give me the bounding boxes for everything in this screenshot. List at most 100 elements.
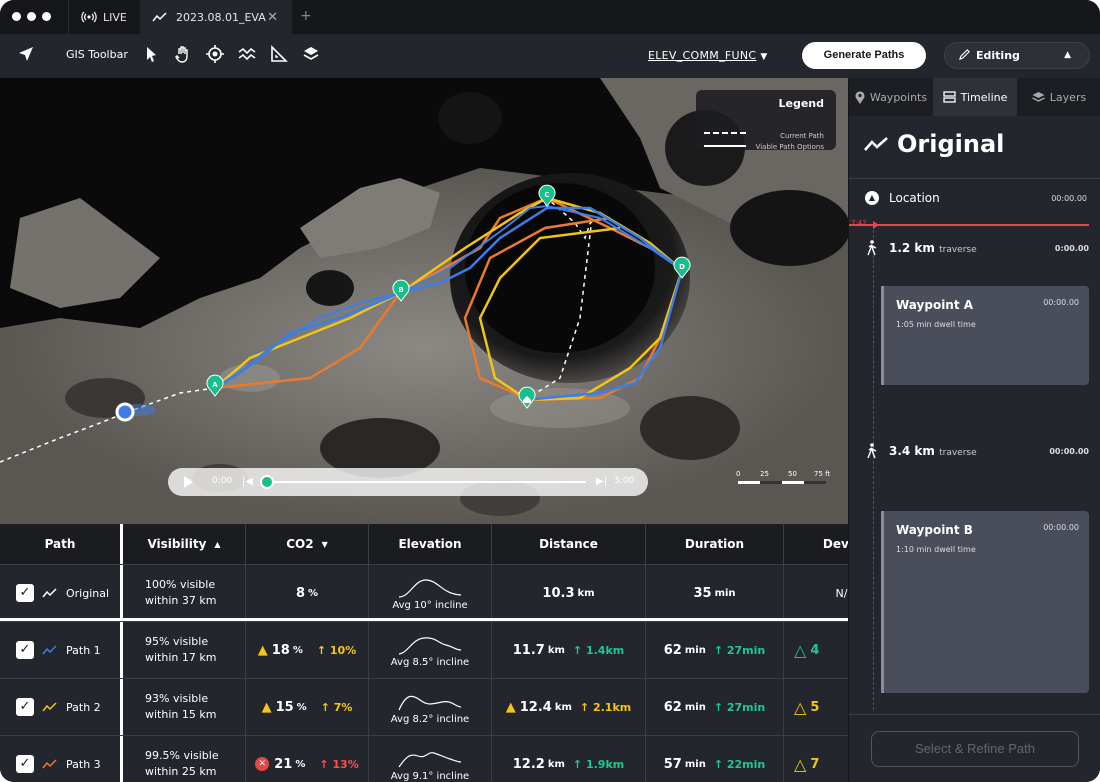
waypoint-detail: 1:10 min dwell time [896,545,976,554]
co2-cell: ✕ 21% ↑ 13% [246,736,369,782]
duration-delta: ↑ 22min [713,757,766,771]
map-view[interactable]: A B C D Legend Current Path Viable Path … [0,78,848,524]
path-cell: ✓ Original [0,565,123,621]
path-cell: ✓ Path 1 [0,622,123,678]
distance-value: 11.7 [512,642,545,658]
col-elevation[interactable]: Elevation [369,524,492,564]
location-time: 00:00.00 [1051,193,1087,203]
mode-label: Editing [976,49,1020,62]
map-pin-icon [855,90,865,104]
duration-cell: 62 min ↑ 27min [646,679,784,735]
device-cell: N/ [784,565,848,621]
co2-value: 8 [295,585,305,601]
timeline-location[interactable]: ▲ Location 00:00.00 [865,191,1087,205]
visibility-pct: 93% visible [145,692,209,705]
elevation-avg: Avg 8.5° incline [390,656,470,668]
legend-viable-line [704,145,746,147]
skip-forward-icon[interactable]: ▶| [596,476,607,487]
target-icon[interactable] [206,45,224,63]
elevation-cell: Avg 8.2° incline [369,679,492,735]
table-row[interactable]: ✓ Path 2 93% visible within 15 km ▲ 15% ↑ 7%… [0,678,848,735]
playback-bar: 0:00 |◀ ▶| 3:00 [168,468,648,496]
waypoint-marker-d: D [673,256,691,279]
playback-end-time: 3:00 [614,476,635,486]
col-co2[interactable]: CO2 ▼ [246,524,369,564]
layers-icon[interactable] [302,45,320,63]
hand-icon[interactable] [174,45,192,63]
select-refine-button[interactable]: Select & Refine Path [871,731,1079,767]
playback-scrubber[interactable] [260,475,274,489]
terrain-icon[interactable] [238,45,256,63]
device-cell: △ 7 [784,736,848,782]
tab-live[interactable]: LIVE [68,0,140,34]
table-row[interactable]: ✓ Path 3 99.5% visible within 25 km ✕ 21% ↑ … [0,735,848,782]
scale-label-0: 0 [736,470,741,478]
current-time-marker[interactable] [873,221,879,229]
tab-live-label: LIVE [103,10,127,24]
app-window: LIVE 2023.08.01_EVA ✕ + GIS Toolbar ELEV… [0,0,1100,782]
visibility-pct: 95% visible [145,635,209,648]
tab-waypoints-label: Waypoints [869,90,928,104]
visibility-range: within 17 km [145,651,217,664]
gis-toolbar-label: GIS Toolbar [66,48,128,61]
current-position-marker [115,402,135,422]
waypoint-card[interactable]: Waypoint B 00:00.00 1:10 min dwell time [881,511,1089,693]
table-row[interactable]: ✓ Path 1 95% visible within 17 km ▲ 18% ↑ 10… [0,621,848,678]
function-dropdown[interactable]: ELEV_COMM_FUNC ▼ [648,49,768,62]
pencil-icon [959,49,970,60]
checkbox[interactable]: ✓ [16,698,34,716]
trend-icon [42,645,57,655]
new-tab-button[interactable]: + [300,8,312,24]
legend-viable-label: Viable Path Options [755,143,824,151]
tab-timeline[interactable]: Timeline [933,78,1017,116]
tab-layers[interactable]: Layers [1017,78,1100,116]
traverse-label: traverse [939,245,977,255]
panel-footer: Select & Refine Path [849,714,1100,782]
co2-value: 18 [271,642,290,658]
sort-asc-icon: ▲ [214,539,221,549]
path-2-line [214,196,684,402]
warning-icon: ▲ [261,699,272,715]
col-device[interactable]: Devic [784,524,848,564]
col-co2-label: CO2 [286,537,314,551]
pointer-icon[interactable] [142,45,160,63]
duration-cell: 57 min ↑ 22min [646,736,784,782]
measure-icon[interactable] [270,45,288,63]
legend-title: Legend [778,97,824,110]
device-value: 7 [810,756,820,772]
window-controls[interactable] [12,12,51,21]
playback-track[interactable] [266,481,586,483]
visibility-cell: 93% visible within 15 km [123,679,246,735]
traverse-time: 0:00.00 [1054,243,1089,253]
waypoint-card[interactable]: Waypoint A 00:00.00 1:05 min dwell time [881,286,1089,385]
tab-waypoints[interactable]: Waypoints [849,78,933,116]
play-icon[interactable] [184,476,193,488]
elevation-avg: Avg 10° incline [392,599,468,611]
col-path[interactable]: Path [0,524,123,564]
checkbox[interactable]: ✓ [16,641,34,659]
checkbox[interactable]: ✓ [16,755,34,773]
checkbox[interactable]: ✓ [16,584,34,602]
timeline-icon [942,91,956,103]
gis-tools [142,45,320,63]
generate-paths-button[interactable]: Generate Paths [802,42,926,69]
skip-back-icon[interactable]: |◀ [242,476,253,487]
trend-icon [864,137,888,151]
tab-session[interactable]: 2023.08.01_EVA ✕ [140,0,292,34]
col-distance[interactable]: Distance [492,524,646,564]
duration-delta: ↑ 27min [713,643,766,657]
traverse-distance: 3.4 km [889,444,935,458]
mode-dropdown[interactable]: Editing ▲ [944,42,1090,69]
navigation-icon[interactable] [18,46,34,62]
col-visibility[interactable]: Visibility ▲ [123,524,246,564]
close-icon[interactable]: ✕ [267,10,278,25]
co2-delta: ↑ 13% [319,757,359,771]
duration-cell: 35 min [646,565,784,621]
co2-cell: 8% [246,565,369,621]
map-legend: Legend Current Path Viable Path Options [696,90,836,151]
col-duration[interactable]: Duration [646,524,784,564]
visibility-pct: 99.5% visible [145,749,219,762]
scale-bar [738,481,826,484]
waypoint-marker-a: A [206,374,224,397]
table-row[interactable]: ✓ Original 100% visible within 37 km 8% Av… [0,564,848,621]
